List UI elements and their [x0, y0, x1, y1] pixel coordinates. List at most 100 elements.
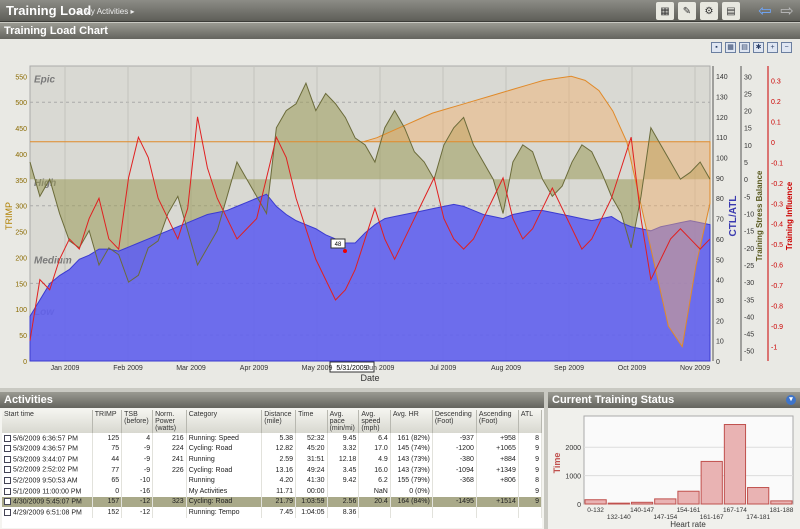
cell-text: +1349 [496, 466, 516, 474]
wrench-icon[interactable]: ✎ [678, 2, 696, 20]
hr-x-tick: 167-174 [723, 507, 747, 514]
column-header[interactable]: ATL [518, 410, 542, 433]
table-cell: 2.56 [327, 496, 360, 508]
table-row[interactable]: 5/6/2009 6:36:57 PM 125 4 216 Running: Speed… [2, 433, 542, 444]
row-checkbox[interactable] [4, 487, 11, 495]
calendar-icon[interactable]: ▦ [656, 2, 674, 20]
table-cell [390, 507, 433, 518]
row-checkbox[interactable] [4, 508, 11, 516]
tools-icon[interactable]: ⚙ [700, 2, 718, 20]
column-header[interactable]: Avg. pace (min/mi) [327, 410, 360, 433]
cell-text: 8 [535, 434, 539, 442]
print-icon[interactable]: ▤ [739, 42, 750, 53]
cell-text: 41:30 [307, 477, 325, 485]
training-load-chart[interactable]: EpicHighMediumLow 485/31/2009 0501001502… [0, 56, 800, 396]
zone-label: Epic [34, 74, 56, 85]
save-icon[interactable]: ▪ [711, 42, 722, 53]
chart-panel-header: Training Load Chart [0, 23, 800, 39]
hr-x-tick: 181-188 [769, 507, 793, 514]
x-tick: Jun 2009 [366, 365, 395, 372]
table-icon[interactable]: ▦ [725, 42, 736, 53]
cell-text: -937 [459, 434, 474, 442]
cell-text: 8.36 [342, 508, 357, 516]
expand-icon[interactable]: ▾ [786, 395, 796, 405]
table-row[interactable]: 5/3/2009 4:36:57 PM 75 -9 224 Cycling: Road 1… [2, 443, 542, 455]
table-cell: 8 [518, 475, 542, 486]
hr-bar [630, 501, 654, 505]
hr-bar [700, 460, 723, 505]
back-arrow-icon[interactable]: ⇦ [756, 2, 774, 20]
y-tsb-tick: -5 [744, 194, 750, 201]
column-header[interactable]: TSB (before) [121, 410, 154, 433]
table-cell: 65 [92, 475, 123, 486]
row-checkbox[interactable] [4, 498, 11, 506]
cell-text: 152 [107, 508, 120, 516]
row-checkbox[interactable] [4, 466, 11, 474]
table-cell: -380 [432, 454, 477, 465]
zoom-in-icon[interactable]: + [767, 42, 778, 53]
y-tsb-tick: 25 [744, 91, 752, 98]
hr-bar [654, 498, 677, 505]
column-header[interactable]: Time [295, 410, 328, 433]
forward-arrow-icon[interactable]: ⇨ [778, 2, 796, 20]
column-header[interactable]: Start time [2, 410, 93, 433]
table-cell: 323 [152, 496, 187, 508]
export-icon[interactable]: ▤ [722, 2, 740, 20]
x-tick: Aug 2009 [491, 365, 521, 372]
cell-text: 45:20 [307, 445, 325, 453]
y-ctl-tick: 90 [716, 176, 724, 183]
table-row[interactable]: 5/2/2009 9:50:53 AM 65 -10 Running 4.20 41:30… [2, 475, 542, 486]
table-cell: -9 [121, 454, 154, 465]
table-row[interactable]: 5/1/2009 11:00:00 PM 0 -16 My Activities 11.… [2, 485, 542, 497]
column-header[interactable]: Avg. HR [390, 410, 433, 433]
table-cell [327, 485, 360, 497]
column-header[interactable]: Descending (Foot) [432, 410, 477, 433]
column-header[interactable]: Category [186, 410, 263, 433]
table-cell: 12.18 [327, 454, 360, 465]
x-tick: Sep 2009 [554, 365, 584, 372]
cell-text: 12.82 [275, 445, 294, 453]
activities-table-wrap[interactable]: Start time TRIMP TSB (before) Norm. Power (… [2, 410, 542, 528]
column-header[interactable]: Avg. speed (mph) [358, 410, 391, 433]
table-cell: 157 [92, 496, 123, 508]
y-left-tick: 250 [15, 230, 27, 237]
column-header[interactable]: Distance (mile) [261, 410, 297, 433]
table-row[interactable]: 5/3/2009 3:44:07 PM 44 -9 241 Running 2.59 31:… [2, 454, 542, 465]
y-tsb-tick: 30 [744, 74, 752, 81]
row-checkbox[interactable] [4, 445, 11, 453]
column-header[interactable]: Norm. Power (watts) [152, 410, 187, 433]
cell-text: 9.45 [342, 434, 357, 442]
zoom-out-icon[interactable]: − [781, 42, 792, 53]
breadcrumb-label[interactable]: My Activities [84, 7, 128, 16]
activities-header: Activities [0, 392, 544, 408]
x-tick: Nov 2009 [680, 365, 710, 372]
cell-text: 5/2/2009 9:50:53 AM [13, 477, 78, 485]
row-checkbox[interactable] [4, 455, 11, 463]
table-row[interactable]: 5/2/2009 2:52:02 PM 77 -9 226 Cycling: Road 1… [2, 464, 542, 476]
cell-text: 3.45 [342, 466, 357, 474]
row-checkbox[interactable] [4, 434, 11, 442]
table-row[interactable]: 4/29/2009 6:51:08 PM 152 -12 Running: Tempo… [2, 507, 542, 518]
cell-text: 6.4 [378, 434, 388, 442]
table-cell: 75 [92, 443, 123, 455]
breadcrumb[interactable]: ▸ My Activities ▸ [78, 7, 135, 16]
settings-icon[interactable]: ✱ [753, 42, 764, 53]
y-tsb-tick: -30 [744, 280, 754, 287]
table-cell: 5/6/2009 6:36:57 PM [2, 433, 93, 444]
column-header[interactable]: Ascending (Foot) [476, 410, 519, 433]
table-cell: 7.45 [261, 507, 297, 518]
table-cell [432, 485, 477, 497]
cell-text: 77 [111, 466, 120, 474]
cell-text: 4/29/2009 6:51:08 PM [13, 509, 82, 517]
row-checkbox[interactable] [4, 477, 11, 484]
table-cell: 226 [152, 464, 187, 476]
hr-x-tick: 154-161 [677, 507, 701, 514]
table-cell: 3.45 [327, 464, 360, 476]
column-header[interactable]: TRIMP [92, 410, 123, 433]
table-cell [518, 507, 542, 518]
cell-text: 1:04:05 [301, 508, 325, 516]
hr-x-tick: 132-140 [607, 514, 631, 521]
table-row[interactable]: 4/30/2009 5:45:07 PM 157 -12 323 Cycling: Ro… [2, 496, 542, 508]
x-tick: Feb 2009 [113, 365, 143, 372]
y-tsb-tick: -20 [744, 246, 754, 253]
